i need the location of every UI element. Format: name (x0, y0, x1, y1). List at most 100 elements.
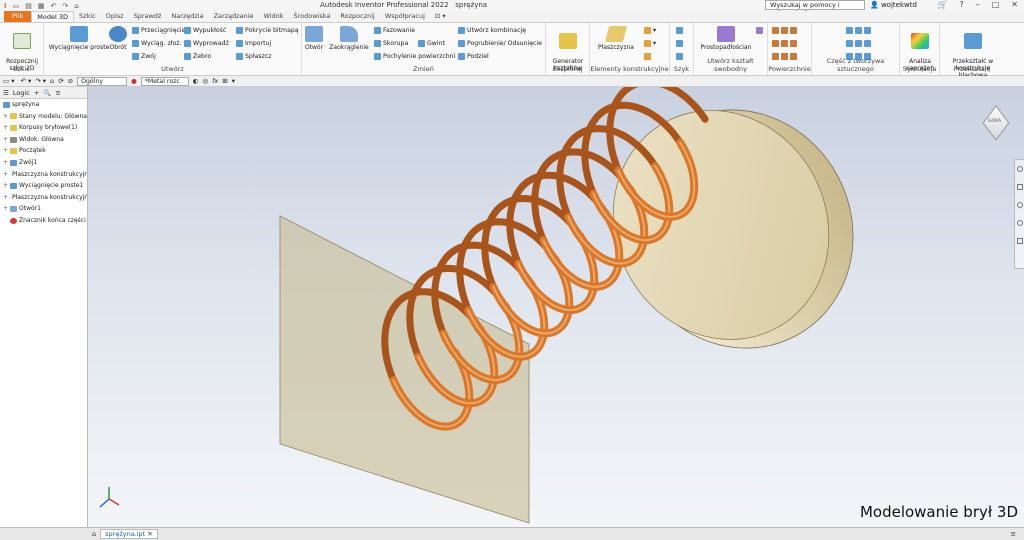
tree-item[interactable]: Znacznik końca części (0, 215, 87, 227)
minimize-icon[interactable]: – (976, 0, 980, 9)
derive-button[interactable]: Wyprowadź (184, 40, 229, 47)
tree-item[interactable]: +Płaszczyzna konstrukcyjna2 (0, 192, 87, 204)
home-icon[interactable]: ⌂ (74, 2, 78, 10)
inventor-logo-icon[interactable]: I (4, 2, 7, 10)
fillet-button[interactable]: Zaokrąglenie (328, 26, 370, 51)
combine-button[interactable]: Utwórz kombinację (458, 27, 526, 34)
help-search-input[interactable]: Wyszukaj w pomocy i poleceniach (765, 0, 865, 17)
expand-icon[interactable]: + (3, 145, 8, 157)
cart-icon[interactable]: 🛒 (938, 0, 948, 9)
redo-icon[interactable]: ↷ ▾ (35, 77, 46, 85)
coil-button[interactable]: Zwój (132, 53, 156, 60)
tab-view[interactable]: Widok (259, 11, 289, 22)
tree-item[interactable]: + Widok: Główna (0, 134, 87, 146)
return-icon[interactable]: ⌂ (50, 77, 54, 85)
help-icon[interactable]: ? (959, 0, 963, 9)
adjust-icon[interactable]: ◎ (202, 77, 208, 85)
unwrap-button[interactable]: Spłaszcz (236, 53, 272, 60)
tab-model-3d[interactable]: Model 3D (31, 11, 75, 22)
split-button[interactable]: Podziel (458, 53, 489, 60)
expand-icon[interactable]: + (3, 157, 8, 169)
import-button[interactable]: Importuj (236, 40, 271, 47)
open-icon[interactable]: ▤ (25, 2, 32, 10)
pan-icon[interactable] (1016, 184, 1023, 190)
rib-button[interactable]: Żebro (184, 53, 211, 60)
freeform-more-button[interactable] (756, 27, 763, 34)
select-filter-icon[interactable]: ⊘ (68, 77, 73, 85)
tree-item[interactable]: + Otwór1 (0, 203, 87, 215)
extrude-button[interactable]: Wyciągnięcie proste (48, 26, 110, 51)
surface-tool-1[interactable] (772, 27, 797, 34)
thread-button[interactable]: Gwint (418, 40, 445, 47)
undo-icon[interactable]: ↶ ▾ (20, 77, 31, 85)
redo-icon[interactable]: ↷ (62, 2, 68, 10)
appearance-icon[interactable]: ● (131, 77, 137, 85)
expand-icon[interactable]: + (3, 122, 8, 134)
emboss-button[interactable]: Wypukłość (184, 27, 226, 34)
tree-item[interactable]: + Korpusy bryłowe(1) (0, 122, 87, 134)
tab-get-started[interactable]: Rozpocznij (335, 11, 379, 22)
decal-button[interactable]: Pokrycie bitmapą (236, 27, 299, 34)
point-button[interactable]: ▾ (644, 40, 656, 47)
revolve-button[interactable]: Obrót (108, 26, 128, 51)
browser-options-icon[interactable]: ≡ (55, 89, 60, 97)
plastic-tool-2[interactable] (846, 40, 871, 47)
save-icon[interactable]: ▦ (38, 2, 45, 10)
close-icon[interactable]: ✕ (1011, 0, 1018, 9)
ucs-button[interactable] (644, 53, 651, 60)
circ-pattern-button[interactable] (676, 40, 683, 47)
tab-sketch[interactable]: Szkic (74, 11, 101, 22)
viewcube[interactable]: GÓRA (982, 105, 1010, 141)
surface-tool-3[interactable] (772, 53, 797, 60)
more-icon[interactable]: ▾ (232, 77, 235, 85)
new-icon[interactable]: ▭ (13, 2, 20, 10)
tree-item-root[interactable]: sprężyna (0, 99, 87, 111)
tree-item[interactable]: +Płaszczyzna konstrukcyjna1 (0, 169, 87, 181)
tree-item[interactable]: + Stany modelu: Główna (0, 111, 87, 123)
axis-button[interactable]: ▾ (644, 27, 656, 34)
steering-wheel-icon[interactable] (1016, 166, 1023, 172)
loft-button[interactable]: Wyciąg. złoż. (132, 40, 181, 47)
expand-icon[interactable]: + (3, 180, 8, 192)
thicken-button[interactable]: Pogrubienie/ Odsunięcie (458, 40, 542, 47)
browser-menu-icon[interactable]: ☰ (3, 89, 9, 97)
sweep-button[interactable]: Przeciągnięcie (132, 27, 185, 34)
shell-button[interactable]: Skorupa (374, 40, 408, 47)
tab-environments[interactable]: Środowiska (289, 11, 336, 22)
draft-button[interactable]: Pochylenie powierzchni (374, 53, 455, 60)
tab-list-icon[interactable]: ≡ (1011, 530, 1016, 538)
tab-tools[interactable]: Narzędzia (166, 11, 208, 22)
tab-file[interactable]: Plik (4, 11, 32, 22)
material-dropdown[interactable]: *Metal rozc (140, 76, 189, 86)
expand-icon[interactable]: + (3, 134, 8, 146)
tree-item[interactable]: + Zwój1 (0, 157, 87, 169)
expand-icon[interactable]: + (3, 169, 8, 181)
plastic-tool-1[interactable] (846, 27, 871, 34)
model-canvas[interactable] (88, 87, 1024, 527)
expand-icon[interactable]: + (3, 192, 8, 204)
update-icon[interactable]: ⟳ (58, 77, 63, 85)
add-icon[interactable]: + (34, 89, 39, 97)
document-tab[interactable]: sprężyna.ipt ✕ (100, 529, 158, 539)
browser-search-icon[interactable]: 🔍 (43, 89, 51, 97)
zoom-icon[interactable] (1016, 202, 1023, 208)
browser-mode[interactable]: Logic (13, 89, 30, 97)
fx-icon[interactable]: fx (212, 77, 218, 85)
home-tab-icon[interactable]: ⌂ (92, 530, 96, 538)
expand-icon[interactable]: + (3, 111, 8, 123)
expand-icon[interactable]: + (3, 203, 8, 215)
color-override-icon[interactable]: ◐ (193, 77, 199, 85)
ribbon-options-icon[interactable]: ⊡ ▾ (430, 11, 451, 22)
undo-icon[interactable]: ↶ (50, 2, 56, 10)
tab-annotate[interactable]: Opisz (101, 11, 129, 22)
chamfer-button[interactable]: Fazowanie (374, 27, 415, 34)
select-icon[interactable]: ▭ ▾ (3, 77, 14, 85)
tree-item[interactable]: + Początek (0, 145, 87, 157)
hole-button[interactable]: Otwór (304, 26, 324, 51)
tree-item[interactable]: + Wyciągnięcie proste1 (0, 180, 87, 192)
style-dropdown[interactable]: Ogólny (77, 76, 128, 86)
freeform-box-button[interactable]: Prostopadłościan (698, 26, 754, 51)
tab-inspect[interactable]: Sprawdź (129, 11, 167, 22)
mirror-button[interactable] (676, 53, 683, 60)
graphics-viewport[interactable]: GÓRA Modelowanie brył 3D (88, 87, 1024, 527)
